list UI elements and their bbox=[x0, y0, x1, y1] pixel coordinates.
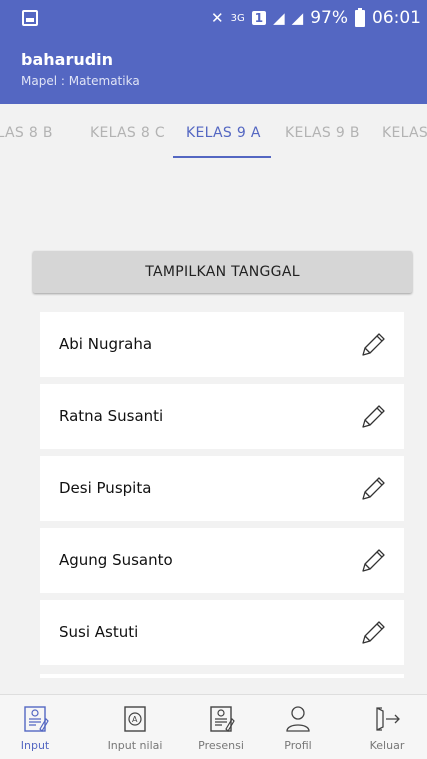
svg-text:A: A bbox=[132, 715, 138, 724]
show-date-button[interactable]: TAMPILKAN TANGGAL bbox=[33, 251, 412, 293]
nav-keluar[interactable]: Keluar bbox=[347, 695, 427, 759]
student-name: Susi Astuti bbox=[59, 623, 139, 641]
student-row[interactable]: Desi Puspita bbox=[40, 456, 404, 521]
student-name: Ratna Susanti bbox=[59, 407, 164, 425]
tab-kelas-8c[interactable]: KELAS 8 C bbox=[90, 104, 165, 166]
document-edit-icon bbox=[24, 706, 49, 732]
pencil-icon[interactable] bbox=[358, 618, 388, 648]
sim-icon: 1 bbox=[251, 11, 267, 25]
page-title: baharudin bbox=[21, 50, 114, 69]
student-name: Agung Susanto bbox=[59, 551, 173, 569]
network-type-icon: 3G bbox=[230, 12, 245, 24]
next-student-row-peek bbox=[40, 674, 404, 678]
signal-icon-2: ◢ bbox=[291, 9, 304, 27]
signal-icon: ◢ bbox=[273, 9, 285, 27]
profile-icon bbox=[286, 706, 310, 732]
nav-presensi[interactable]: Presensi bbox=[181, 695, 261, 759]
active-tab-indicator bbox=[173, 156, 271, 158]
student-name: Abi Nugraha bbox=[59, 335, 153, 353]
app-bar: baharudin Mapel : Matematika bbox=[0, 36, 427, 104]
nav-label-input-nilai: Input nilai bbox=[107, 739, 163, 752]
nav-input-nilai[interactable]: A Input nilai bbox=[95, 695, 175, 759]
battery-icon bbox=[355, 7, 365, 27]
nav-label-input: Input bbox=[20, 739, 50, 752]
student-row[interactable]: Agung Susanto bbox=[40, 528, 404, 593]
tab-kelas-8b[interactable]: KELAS 8 B bbox=[0, 104, 53, 166]
student-name: Desi Puspita bbox=[59, 479, 152, 497]
student-row[interactable]: Susi Astuti bbox=[40, 600, 404, 665]
grade-icon: A bbox=[124, 706, 146, 732]
tab-kelas-9b[interactable]: KELAS 9 B bbox=[285, 104, 360, 166]
battery-percent: 97% bbox=[310, 8, 348, 28]
pencil-icon[interactable] bbox=[358, 330, 388, 360]
nav-label-presensi: Presensi bbox=[198, 739, 244, 752]
pencil-icon[interactable] bbox=[358, 474, 388, 504]
screenshot-notification-icon bbox=[22, 10, 38, 26]
nav-input[interactable]: Input bbox=[0, 695, 75, 759]
nav-label-keluar: Keluar bbox=[369, 739, 405, 752]
logout-icon bbox=[376, 707, 400, 731]
student-row[interactable]: Abi Nugraha bbox=[40, 312, 404, 377]
pencil-icon[interactable] bbox=[358, 402, 388, 432]
clock: 06:01 bbox=[372, 8, 421, 28]
status-icons: ✕ 3G 1 ◢ ◢ 97% 06:01 bbox=[211, 0, 421, 36]
tab-kelas-9c[interactable]: KELAS 9 C bbox=[382, 104, 427, 166]
nav-profil[interactable]: Profil bbox=[258, 695, 338, 759]
pencil-icon[interactable] bbox=[358, 546, 388, 576]
bottom-navigation: Input A Input nilai Presensi Profil Kelu… bbox=[0, 694, 427, 759]
subject-label: Mapel : Matematika bbox=[21, 74, 140, 88]
nav-label-profil: Profil bbox=[284, 739, 312, 752]
status-bar: ✕ 3G 1 ◢ ◢ 97% 06:01 bbox=[0, 0, 427, 36]
mute-icon: ✕ bbox=[211, 9, 224, 27]
student-row[interactable]: Ratna Susanti bbox=[40, 384, 404, 449]
attendance-icon bbox=[210, 706, 235, 732]
